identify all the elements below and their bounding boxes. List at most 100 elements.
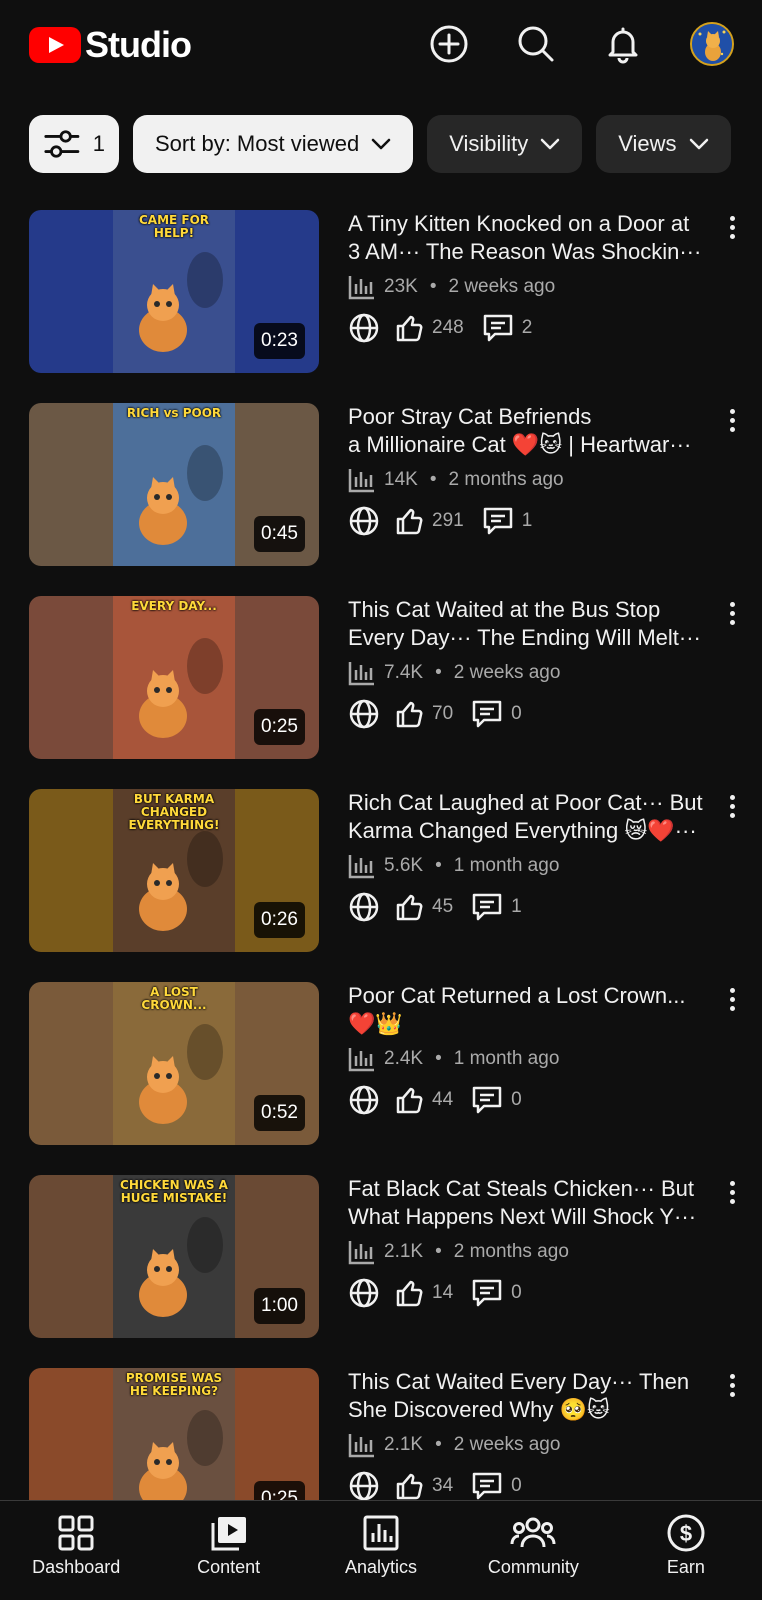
video-thumbnail[interactable]: CHICKEN WAS A HUGE MISTAKE! 1:00 bbox=[29, 1175, 319, 1338]
video-engagement: 70 0 bbox=[348, 696, 540, 732]
video-engagement: 14 0 bbox=[348, 1275, 540, 1311]
filter-button[interactable]: 1 bbox=[29, 115, 119, 173]
comments-icon bbox=[471, 1471, 503, 1501]
like-thumb-icon bbox=[394, 892, 424, 922]
video-title-line-2: 3 AM··· The Reason Was Shockin··· bbox=[348, 239, 702, 264]
like-count: 45 bbox=[432, 896, 454, 917]
video-stats: 5.6K • 1 month ago bbox=[348, 851, 559, 881]
view-count: 7.4K bbox=[384, 662, 424, 683]
nav-dashboard[interactable]: Dashboard bbox=[0, 1501, 152, 1600]
video-row[interactable]: CHICKEN WAS A HUGE MISTAKE! 1:00 Fat Bla… bbox=[0, 1175, 762, 1340]
upload-age: 2 weeks ago bbox=[453, 662, 561, 683]
video-thumbnail[interactable]: RICH vs POOR 0:45 bbox=[29, 403, 319, 566]
thumbnail-overlay-text: CHICKEN WAS A HUGE MISTAKE! bbox=[120, 1178, 228, 1205]
earn-icon: $ bbox=[667, 1514, 705, 1552]
more-options-icon[interactable] bbox=[720, 984, 744, 1014]
video-title-line-1: Poor Cat Returned a Lost Crown... bbox=[348, 983, 686, 1008]
video-duration: 0:23 bbox=[254, 323, 305, 359]
create-icon[interactable] bbox=[427, 22, 471, 66]
video-thumbnail[interactable]: A LOST CROWN... 0:52 bbox=[29, 982, 319, 1145]
like-thumb-icon bbox=[394, 1085, 424, 1115]
thumbnail-overlay-text: BUT KARMA CHANGED EVERYTHING! bbox=[128, 792, 220, 832]
comments-icon bbox=[482, 313, 514, 343]
more-options-icon[interactable] bbox=[720, 405, 744, 435]
comment-count: 1 bbox=[511, 896, 522, 917]
view-count: 2.1K bbox=[384, 1241, 424, 1262]
video-title-line-1: A Tiny Kitten Knocked on a Door at bbox=[348, 211, 690, 236]
account-avatar[interactable] bbox=[690, 22, 734, 66]
comments-icon bbox=[482, 506, 514, 536]
thumbnail-image: RICH vs POOR bbox=[113, 403, 235, 566]
video-stats: 23K • 2 weeks ago bbox=[348, 272, 555, 302]
video-row[interactable]: EVERY DAY... 0:25 This Cat Waited at the… bbox=[0, 596, 762, 761]
filter-sliders-icon bbox=[44, 130, 80, 158]
video-row[interactable]: RICH vs POOR 0:45 Poor Stray Cat Befrien… bbox=[0, 403, 762, 568]
views-chip[interactable]: Views bbox=[596, 115, 731, 173]
nav-label: Analytics bbox=[345, 1557, 418, 1577]
video-title-line-1: This Cat Waited at the Bus Stop bbox=[348, 597, 661, 622]
nav-earn[interactable]: $ Earn bbox=[610, 1501, 762, 1600]
public-globe-icon bbox=[348, 505, 380, 537]
visibility-chip-label: Visibility bbox=[449, 131, 529, 156]
visibility-chip[interactable]: Visibility bbox=[427, 115, 583, 173]
filter-count: 1 bbox=[92, 131, 105, 156]
upload-age: 1 month ago bbox=[453, 1048, 560, 1069]
views-chart-icon bbox=[348, 1048, 374, 1072]
video-title[interactable]: This Cat Waited Every Day··· Then She Di… bbox=[348, 1368, 718, 1424]
more-options-icon[interactable] bbox=[720, 212, 744, 242]
youtube-play-icon bbox=[29, 27, 81, 63]
comment-count: 0 bbox=[511, 1475, 522, 1496]
view-count: 5.6K bbox=[384, 855, 424, 876]
nav-community[interactable]: Community bbox=[457, 1501, 609, 1600]
views-chart-icon bbox=[348, 1241, 374, 1265]
video-stats: 7.4K • 2 weeks ago bbox=[348, 658, 560, 688]
views-chart-icon bbox=[348, 276, 374, 300]
view-count: 2.1K bbox=[384, 1434, 424, 1455]
like-thumb-icon bbox=[394, 506, 424, 536]
video-title[interactable]: This Cat Waited at the Bus Stop Every Da… bbox=[348, 596, 718, 652]
video-title[interactable]: Fat Black Cat Steals Chicken··· But What… bbox=[348, 1175, 718, 1231]
public-globe-icon bbox=[348, 312, 380, 344]
video-title[interactable]: Rich Cat Laughed at Poor Cat··· But Karm… bbox=[348, 789, 718, 845]
video-thumbnail[interactable]: EVERY DAY... 0:25 bbox=[29, 596, 319, 759]
video-title-line-2: a Millionaire Cat ❤️🐱 | Heartwar··· bbox=[348, 432, 692, 457]
more-options-icon[interactable] bbox=[720, 598, 744, 628]
nav-analytics[interactable]: Analytics bbox=[305, 1501, 457, 1600]
video-engagement: 291 1 bbox=[348, 503, 550, 539]
search-icon[interactable] bbox=[514, 22, 558, 66]
public-globe-icon bbox=[348, 891, 380, 923]
video-duration: 0:25 bbox=[254, 709, 305, 745]
sort-chip-label: Sort by: Most viewed bbox=[155, 131, 360, 156]
youtube-studio-logo[interactable]: Studio bbox=[29, 24, 192, 66]
video-row[interactable]: A LOST CROWN... 0:52 Poor Cat Returned a… bbox=[0, 982, 762, 1147]
video-row[interactable]: BUT KARMA CHANGED EVERYTHING! 0:26 Rich … bbox=[0, 789, 762, 954]
chevron-down-icon bbox=[371, 138, 391, 150]
more-options-icon[interactable] bbox=[720, 1177, 744, 1207]
nav-label: Earn bbox=[666, 1557, 705, 1577]
video-engagement: 34 0 bbox=[348, 1468, 540, 1504]
view-count: 23K bbox=[384, 276, 418, 297]
notifications-bell-icon[interactable] bbox=[601, 22, 645, 66]
like-thumb-icon bbox=[394, 313, 424, 343]
video-title-line-2: Karma Changed Everything 😿❤️··· bbox=[348, 818, 697, 843]
nav-content[interactable]: Content bbox=[152, 1501, 304, 1600]
video-row[interactable]: CAME FOR HELP! 0:23 A Tiny Kitten Knocke… bbox=[0, 210, 762, 375]
upload-age: 2 weeks ago bbox=[453, 1434, 561, 1455]
like-count: 291 bbox=[432, 510, 464, 531]
more-options-icon[interactable] bbox=[720, 1370, 744, 1400]
like-thumb-icon bbox=[394, 699, 424, 729]
views-chart-icon bbox=[348, 855, 374, 879]
video-title[interactable]: A Tiny Kitten Knocked on a Door at 3 AM·… bbox=[348, 210, 718, 266]
like-thumb-icon bbox=[394, 1471, 424, 1501]
video-title[interactable]: Poor Stray Cat Befriends a Millionaire C… bbox=[348, 403, 718, 459]
more-options-icon[interactable] bbox=[720, 791, 744, 821]
video-thumbnail[interactable]: BUT KARMA CHANGED EVERYTHING! 0:26 bbox=[29, 789, 319, 952]
like-thumb-icon bbox=[394, 1278, 424, 1308]
video-engagement: 45 1 bbox=[348, 889, 540, 925]
sort-chip[interactable]: Sort by: Most viewed bbox=[133, 115, 414, 173]
comment-count: 0 bbox=[511, 1282, 522, 1303]
video-thumbnail[interactable]: CAME FOR HELP! 0:23 bbox=[29, 210, 319, 373]
video-title[interactable]: Poor Cat Returned a Lost Crown... ❤️👑 bbox=[348, 982, 718, 1038]
thumbnail-overlay-text: CAME FOR HELP! bbox=[138, 213, 210, 240]
upload-age: 1 month ago bbox=[453, 855, 560, 876]
